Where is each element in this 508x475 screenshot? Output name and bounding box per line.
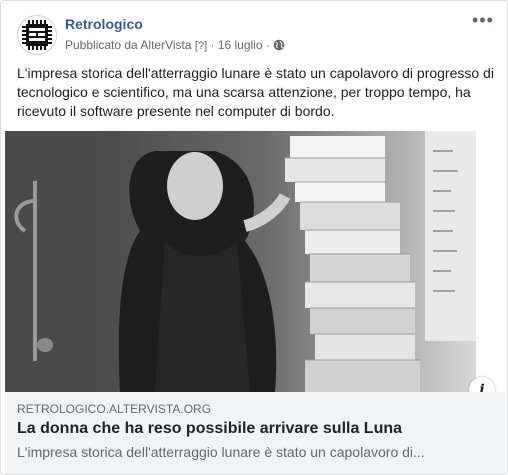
more-options-icon: •••: [472, 10, 494, 30]
retro-logo-icon: [19, 17, 55, 53]
globe-icon[interactable]: [273, 39, 285, 51]
help-marker[interactable]: [?]: [195, 40, 207, 52]
page-name[interactable]: Retrologico: [65, 16, 143, 32]
meta-separator: ·: [210, 38, 215, 52]
post-text: L'impresa storica dell'atterraggio lunar…: [17, 65, 494, 119]
link-title[interactable]: La donna che ha reso possibile arrivare …: [17, 420, 402, 438]
link-preview[interactable]: RETROLOGICO.ALTERVISTA.ORG La donna che …: [5, 392, 505, 474]
link-description: L'impresa storica dell'atterraggio lunar…: [17, 444, 425, 460]
photo-image: [5, 131, 476, 392]
publisher-link[interactable]: AlterVista: [140, 38, 191, 52]
post-meta: Pubblicato da AlterVista [?] · 16 luglio…: [65, 38, 285, 52]
link-image[interactable]: [5, 131, 476, 392]
post-date[interactable]: 16 luglio: [218, 38, 263, 52]
meta-separator-2: ·: [265, 38, 270, 52]
more-options-button[interactable]: •••: [471, 10, 495, 33]
link-domain: RETROLOGICO.ALTERVISTA.ORG: [17, 402, 212, 416]
post-card: Retrologico Pubblicato da AlterVista [?]…: [0, 0, 508, 475]
post-header: Retrologico Pubblicato da AlterVista [?]…: [17, 10, 495, 57]
published-by-prefix: Pubblicato da: [65, 38, 138, 52]
avatar[interactable]: [17, 15, 57, 55]
